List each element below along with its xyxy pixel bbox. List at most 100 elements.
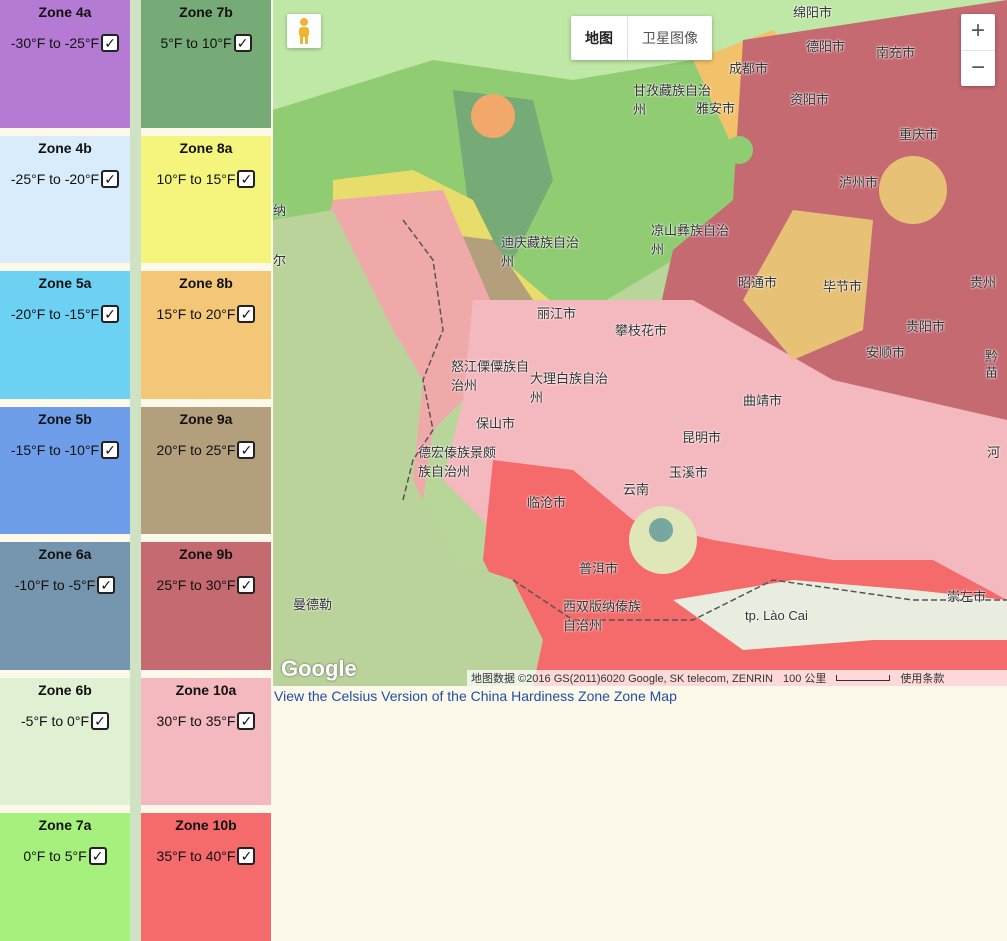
map-place-label: 攀枝花市: [615, 323, 668, 338]
map-place-label: 雅安市: [696, 101, 736, 116]
zone-name: Zone 9b: [179, 546, 233, 563]
zone-range-row: -5°F to 0°F ✓: [21, 711, 109, 730]
zone-legend-item: Zone 7b 5°F to 10°F ✓: [141, 0, 271, 128]
street-view-pegman[interactable]: [287, 14, 321, 48]
zone-legend-item: Zone 8b 15°F to 20°F ✓: [141, 271, 271, 399]
zone-temperature-range: -30°F to -25°F: [10, 35, 100, 51]
attribution-text: 地图数据 ©2016 GS(2011)6020 Google, SK telec…: [471, 673, 773, 685]
map-place-label: 保山市: [476, 416, 516, 431]
map-place-label: 德阳市: [806, 39, 846, 54]
legend-column-left: Zone 4a -30°F to -25°F ✓ Zone 4b -25°F to -2…: [0, 0, 130, 941]
zone-name: Zone 9a: [179, 410, 233, 427]
zone-toggle-checkbox[interactable]: ✓: [237, 576, 256, 595]
zone-temperature-range: 15°F to 20°F: [156, 306, 236, 323]
map-place-label: 泸州市: [839, 175, 879, 190]
zone-toggle-checkbox[interactable]: ✓: [101, 34, 120, 52]
zone-legend-item: Zone 4a -30°F to -25°F ✓: [0, 0, 130, 128]
zone-range-row: -20°F to -15°F ✓: [10, 305, 120, 324]
zone-legend-item: Zone 5b -15°F to -10°F ✓: [0, 406, 130, 535]
zone-toggle-checkbox[interactable]: ✓: [91, 711, 109, 730]
zone-range-row: 5°F to 10°F ✓: [160, 34, 252, 52]
scale-bar: [836, 675, 891, 681]
map-place-label: 苗: [985, 365, 999, 380]
map-place-label: 贵阳市: [906, 319, 946, 334]
map-place-label: 怒江傈僳族自治州: [451, 359, 530, 393]
map-place-label: 昆明市: [682, 430, 722, 445]
map-place-label: 临沧市: [527, 495, 567, 510]
zone-name: Zone 7b: [179, 4, 233, 20]
zone-temperature-range: 10°F to 15°F: [156, 170, 236, 187]
map-place-label: 南充市: [876, 45, 916, 60]
zoom-control: + −: [961, 14, 995, 86]
map-place-label: 普洱市: [579, 561, 619, 576]
zone-toggle-checkbox[interactable]: ✓: [237, 169, 256, 188]
map-type-map-button[interactable]: 地图: [571, 16, 627, 60]
zone-toggle-checkbox[interactable]: ✓: [237, 847, 256, 866]
map-place-label: 玉溪市: [669, 465, 709, 480]
zone-name: Zone 8a: [179, 139, 233, 156]
zone-range-row: 35°F to 40°F ✓: [156, 847, 256, 866]
zoom-in-button[interactable]: +: [961, 14, 995, 50]
map-place-label: 贵州: [970, 275, 997, 290]
zone-legend-item: Zone 9a 20°F to 25°F ✓: [141, 406, 271, 535]
map-place-label: 迪庆藏族自治州: [501, 235, 580, 269]
map-place-label: 曲靖市: [743, 393, 783, 408]
zone-name: Zone 6b: [38, 681, 92, 698]
zone-toggle-checkbox[interactable]: ✓: [97, 576, 116, 595]
map-place-label: 成都市: [729, 61, 769, 76]
zone-toggle-checkbox[interactable]: ✓: [233, 34, 252, 52]
zone-toggle-checkbox[interactable]: ✓: [88, 847, 107, 866]
zone-range-row: 0°F to 5°F ✓: [23, 847, 107, 866]
legend-column-right: Zone 7b 5°F to 10°F ✓ Zone 8a 10°F to 15°F ✓ Z…: [141, 0, 271, 941]
zone-name: Zone 8b: [179, 275, 233, 292]
map-type-control: 地图 卫星图像: [571, 16, 712, 60]
zone-name: Zone 5b: [38, 410, 92, 427]
zone-legend-item: Zone 10a 30°F to 35°F ✓: [141, 677, 271, 806]
zone-range-row: -10°F to -5°F ✓: [15, 576, 116, 595]
zone-legend-item: Zone 7a 0°F to 5°F ✓: [0, 813, 130, 941]
zone-legend-item: Zone 5a -20°F to -15°F ✓: [0, 271, 130, 399]
zone-name: Zone 10b: [175, 817, 237, 834]
zone-range-row: 30°F to 35°F ✓: [157, 711, 256, 730]
zone-toggle-checkbox[interactable]: ✓: [237, 440, 256, 459]
pegman-icon: [299, 18, 309, 44]
zone-name: Zone 5a: [38, 275, 92, 292]
map-place-label: 纳: [273, 203, 287, 218]
terms-link[interactable]: 使用条款: [900, 670, 944, 686]
zone-range-row: 25°F to 30°F ✓: [156, 576, 256, 595]
zone-toggle-checkbox[interactable]: ✓: [101, 440, 120, 459]
zoom-out-button[interactable]: −: [961, 50, 995, 87]
map-place-label: 绵阳市: [793, 5, 833, 20]
scale-label: 100 公里: [782, 673, 827, 685]
zone-range-row: -30°F to -25°F ✓: [10, 34, 120, 52]
zone-temperature-range: 0°F to 5°F: [23, 848, 87, 865]
zone-legend-item: Zone 10b 35°F to 40°F ✓: [141, 813, 271, 941]
zone-range-row: 20°F to 25°F ✓: [156, 440, 256, 459]
zone-name: Zone 4a: [38, 4, 92, 20]
zone-toggle-checkbox[interactable]: ✓: [237, 711, 256, 730]
zone-range-row: -15°F to -10°F ✓: [11, 440, 120, 459]
map-attribution-bar: 地图数据 ©2016 GS(2011)6020 Google, SK telec…: [467, 670, 1007, 686]
google-logo[interactable]: Google: [281, 656, 357, 682]
zone-name: Zone 10a: [175, 681, 237, 698]
zone-temperature-range: -25°F to -20°F: [10, 170, 100, 187]
zone-toggle-checkbox[interactable]: ✓: [101, 305, 120, 324]
zone-name: Zone 6a: [38, 546, 92, 563]
map-type-satellite-button[interactable]: 卫星图像: [627, 16, 712, 60]
map-place-label: 西双版纳傣族自治州: [563, 599, 642, 633]
celsius-version-link[interactable]: View the Celsius Version of the China Ha…: [274, 688, 677, 704]
zone-temperature-range: -20°F to -15°F: [10, 306, 100, 323]
zone-temperature-range: 35°F to 40°F: [156, 848, 236, 865]
zone-toggle-checkbox[interactable]: ✓: [237, 305, 256, 324]
map-place-label: 昭通市: [738, 275, 778, 290]
map-place-label: 重庆市: [899, 127, 939, 142]
map-place-label: 尔: [273, 253, 287, 268]
zone-legend-item: Zone 4b -25°F to -20°F ✓: [0, 135, 130, 264]
zone-toggle-checkbox[interactable]: ✓: [101, 169, 120, 188]
map-place-label: 安顺市: [866, 345, 906, 360]
hardiness-map[interactable]: 绵阳市 德阳市 南充市 成都市 资阳市 甘孜藏族自治州 雅安市 重庆市 泸州市 迪庆藏族自治州 凉山…: [273, 0, 1007, 686]
zone-temperature-range: 20°F to 25°F: [156, 441, 236, 458]
zone-range-row: -25°F to -20°F ✓: [10, 169, 120, 188]
map-place-label: 曼德勒: [293, 597, 333, 612]
zone-temperature-range: 25°F to 30°F: [156, 577, 236, 594]
